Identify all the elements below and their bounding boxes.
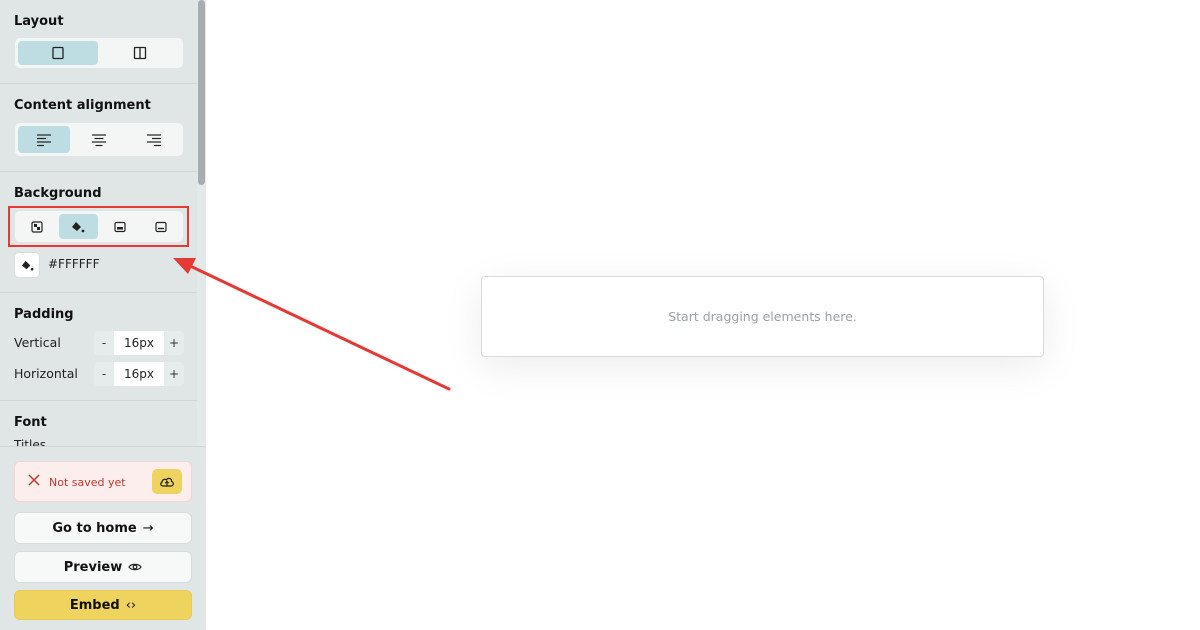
background-color-swatch[interactable] [14,252,40,278]
preview-button[interactable]: Preview [14,551,192,583]
paint-bucket-icon [21,260,33,271]
drop-zone-placeholder: Start dragging elements here. [668,309,857,324]
two-column-icon [134,46,147,60]
preview-label: Preview [63,559,123,575]
save-button[interactable] [152,469,182,494]
padding-vertical-label: Vertical [14,335,61,350]
layout-toggle [14,37,184,69]
padding-vertical-value[interactable]: 16px [114,331,164,355]
sidebar: Layout Content alignment Background #FFF… [0,0,206,630]
single-column-icon [52,46,64,60]
padding-horizontal-value[interactable]: 16px [114,362,164,386]
alignment-toggle [14,122,184,157]
padding-title: Padding [14,307,74,322]
font-title: Font [14,415,47,430]
align-right-icon [147,133,161,146]
code-icon: ‹› [125,597,137,613]
background-color-value[interactable]: #FFFFFF [48,257,99,271]
align-left-button[interactable] [18,126,70,153]
background-title: Background [14,186,102,201]
annotation-highlight-box [8,206,189,247]
drop-zone[interactable]: Start dragging elements here. [481,276,1044,357]
padding-horizontal-stepper: - 16px + [94,362,184,386]
alignment-section: Content alignment [0,84,197,172]
font-titles-label: Titles [14,438,46,446]
padding-horizontal-label: Horizontal [14,366,78,381]
go-to-home-label: Go to home [52,520,137,536]
layout-single-column-button[interactable] [18,41,98,65]
save-status-banner: Not saved yet [14,461,192,502]
padding-horizontal-decrement[interactable]: - [94,362,114,386]
close-icon [28,474,40,486]
align-center-button[interactable] [73,126,125,153]
align-left-icon [37,133,51,146]
padding-horizontal-increment[interactable]: + [164,362,184,386]
cloud-upload-icon [160,477,174,487]
layout-section: Layout [0,0,197,84]
arrow-right-icon: → [142,520,154,536]
padding-vertical-stepper: - 16px + [94,331,184,355]
align-center-icon [92,133,106,146]
layout-two-column-button[interactable] [101,41,181,65]
embed-button[interactable]: Embed ‹› [14,590,192,620]
sidebar-scrollbar-thumb[interactable] [198,0,205,185]
eye-icon [128,563,142,571]
align-right-button[interactable] [128,126,180,153]
layout-title: Layout [14,14,64,29]
app-root: Layout Content alignment Background #FFF… [0,0,1200,630]
alignment-title: Content alignment [14,98,151,113]
settings-panel: Layout Content alignment Background #FFF… [0,0,197,446]
save-status-text: Not saved yet [49,476,126,489]
embed-label: Embed [69,597,120,613]
padding-vertical-decrement[interactable]: - [94,331,114,355]
go-to-home-button[interactable]: Go to home → [14,512,192,544]
padding-vertical-increment[interactable]: + [164,331,184,355]
